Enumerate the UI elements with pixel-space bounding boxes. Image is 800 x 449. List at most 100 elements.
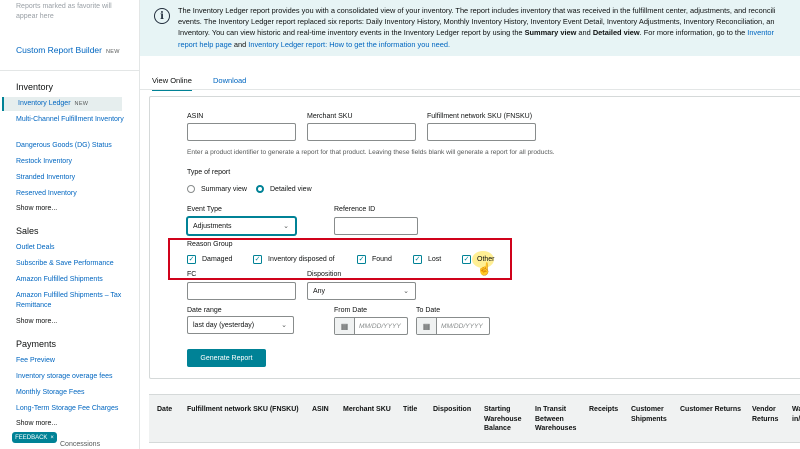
column-header-date[interactable]: Date (157, 405, 172, 415)
banner-text-segment: and (576, 28, 593, 38)
banner-text-segment: Inventory. You can view historic and rea… (178, 28, 525, 38)
column-header-receipts[interactable]: Receipts (589, 405, 618, 415)
disposition-label: Disposition (307, 271, 342, 278)
to-date-input[interactable]: ▦ MM/DD/YYYY (416, 317, 490, 335)
inventory-help-link[interactable]: Inventor (747, 28, 774, 37)
chevron-down-icon: ⌄ (283, 223, 289, 230)
banner-text-segment: . For more information, go to the (639, 28, 748, 38)
sidebar-item-stranded-inventory[interactable]: Stranded Inventory (16, 173, 128, 183)
column-header-warehouse-transfer[interactable]: Wa in/o (792, 405, 800, 424)
banner-line-1: The Inventory Ledger report provides you… (178, 6, 776, 15)
sidebar-item-amazon-fulfilled-shipments[interactable]: Amazon Fulfilled Shipments (16, 275, 128, 285)
chevron-down-icon: ⌄ (281, 322, 287, 329)
favorites-note: Reports marked as favorite will appear h… (16, 3, 112, 20)
asin-label: ASIN (187, 113, 204, 120)
chevron-down-icon: ⌄ (403, 288, 409, 295)
banner-line-4: report help page and Inventory Ledger re… (178, 39, 800, 50)
tabs-divider (140, 89, 800, 90)
sidebar-item-outlet-deals[interactable]: Outlet Deals (16, 243, 128, 253)
sidebar-item-label: Inventory Ledger (18, 100, 71, 107)
fnsku-label: Fulfillment network SKU (FNSKU) (427, 113, 533, 120)
show-more-sales-link[interactable]: Show more... (16, 318, 57, 325)
column-header-merchant-sku[interactable]: Merchant SKU (343, 405, 391, 415)
reference-id-label: Reference ID (334, 206, 376, 213)
custom-report-builder-label: Custom Report Builder (16, 45, 102, 55)
reference-id-input[interactable] (334, 217, 418, 235)
product-identifier-help: Enter a product identifier to generate a… (187, 149, 555, 156)
sidebar-item-afs-tax-remittance[interactable]: Amazon Fulfilled Shipments – Tax Remitta… (16, 291, 128, 311)
column-header-asin[interactable]: ASIN (312, 405, 329, 415)
sidebar-item-fee-preview[interactable]: Fee Preview (16, 356, 128, 366)
info-icon: i (154, 8, 170, 24)
asin-input[interactable] (187, 123, 296, 141)
feedback-label: FEEDBACK (15, 434, 48, 441)
event-type-label: Event Type (187, 206, 222, 213)
column-header-starting-balance[interactable]: Starting Warehouse Balance (484, 405, 526, 434)
sidebar-divider (0, 70, 139, 71)
sidebar-item-inventory-ledger[interactable]: Inventory Ledger NEW (2, 97, 122, 111)
banner-line-2: events. The Inventory Ledger report repl… (178, 17, 775, 27)
sidebar-item-mcf-inventory[interactable]: Multi-Channel Fulfillment Inventory (16, 115, 128, 125)
report-help-page-link[interactable]: report help page (178, 40, 232, 49)
new-badge: NEW (74, 101, 89, 107)
radio-selected-icon[interactable] (256, 185, 264, 193)
banner-text: The Inventory Ledger report provides you… (178, 5, 800, 50)
table-body (149, 442, 800, 449)
detailed-view-term: Detailed view (592, 28, 640, 38)
calendar-icon[interactable]: ▦ (335, 318, 355, 334)
calendar-icon[interactable]: ▦ (417, 318, 437, 334)
date-range-label: Date range (187, 307, 222, 314)
from-date-placeholder: MM/DD/YYYY (359, 322, 401, 330)
detailed-view-label: Detailed view (270, 185, 312, 193)
sidebar-heading-payments: Payments (16, 339, 57, 349)
sidebar-item-reserved-inventory[interactable]: Reserved Inventory (16, 189, 128, 199)
column-header-disposition[interactable]: Disposition (433, 405, 471, 415)
sidebar-item-subscribe-save[interactable]: Subscribe & Save Performance (16, 259, 128, 269)
banner-line-3: Inventory. You can view historic and rea… (178, 27, 800, 38)
banner-text-segment: and (231, 39, 249, 49)
summary-view-radio[interactable]: Summary view (187, 185, 247, 193)
date-range-select[interactable]: last day (yesterday) ⌄ (187, 316, 294, 334)
sidebar-item-custom-report-builder[interactable]: Custom Report Builder NEW (16, 45, 120, 55)
show-more-payments-link[interactable]: Show more... (16, 420, 57, 427)
column-header-customer-returns[interactable]: Customer Returns (680, 405, 741, 415)
to-date-label: To Date (416, 307, 441, 314)
results-table-header (149, 394, 800, 442)
column-header-customer-shipments[interactable]: Customer Shipments (631, 405, 671, 424)
sidebar-heading-concessions: Concessions (60, 441, 101, 448)
event-type-value: Adjustments (193, 222, 232, 230)
sidebar-item-storage-overage-fees[interactable]: Inventory storage overage fees (16, 372, 128, 382)
new-badge: NEW (105, 49, 120, 55)
show-more-inventory-link[interactable]: Show more... (16, 205, 57, 212)
disposition-select[interactable]: Any ⌄ (307, 282, 416, 300)
column-header-title[interactable]: Title (403, 405, 417, 415)
disposition-value: Any (313, 287, 326, 295)
sidebar-heading-inventory: Inventory (16, 82, 54, 92)
sidebar-item-dangerous-goods[interactable]: Dangerous Goods (DG) Status (16, 141, 128, 151)
date-range-value: last day (yesterday) (193, 321, 255, 329)
fc-input[interactable] (187, 282, 296, 300)
sidebar-item-monthly-storage-fees[interactable]: Monthly Storage Fees (16, 388, 128, 398)
to-date-placeholder: MM/DD/YYYY (441, 322, 483, 330)
feedback-button[interactable]: FEEDBACK × (12, 432, 57, 443)
merchant-sku-input[interactable] (307, 123, 416, 141)
type-of-report-label: Type of report (187, 169, 231, 176)
radio-icon[interactable] (187, 185, 195, 193)
fnsku-input[interactable] (427, 123, 536, 141)
sidebar-item-long-term-storage-fees[interactable]: Long-Term Storage Fee Charges (16, 404, 128, 414)
sidebar-heading-sales: Sales (16, 226, 39, 236)
column-header-fnsku[interactable]: Fulfillment network SKU (FNSKU) (187, 405, 299, 415)
how-to-get-info-link[interactable]: Inventory Ledger report: How to get the … (248, 40, 450, 49)
sidebar: Reports marked as favorite will appear h… (0, 0, 140, 449)
merchant-sku-label: Merchant SKU (307, 113, 353, 120)
column-header-in-transit[interactable]: In Transit Between Warehouses (535, 405, 579, 434)
column-header-vendor-returns[interactable]: Vendor Returns (752, 405, 782, 424)
tab-download[interactable]: Download (213, 76, 246, 85)
from-date-input[interactable]: ▦ MM/DD/YYYY (334, 317, 408, 335)
from-date-label: From Date (334, 307, 368, 314)
sidebar-item-restock-inventory[interactable]: Restock Inventory (16, 157, 128, 167)
generate-report-button[interactable]: Generate Report (187, 349, 266, 367)
event-type-select[interactable]: Adjustments ⌄ (187, 217, 296, 235)
detailed-view-radio[interactable]: Detailed view (256, 185, 312, 193)
close-icon[interactable]: × (50, 435, 54, 441)
